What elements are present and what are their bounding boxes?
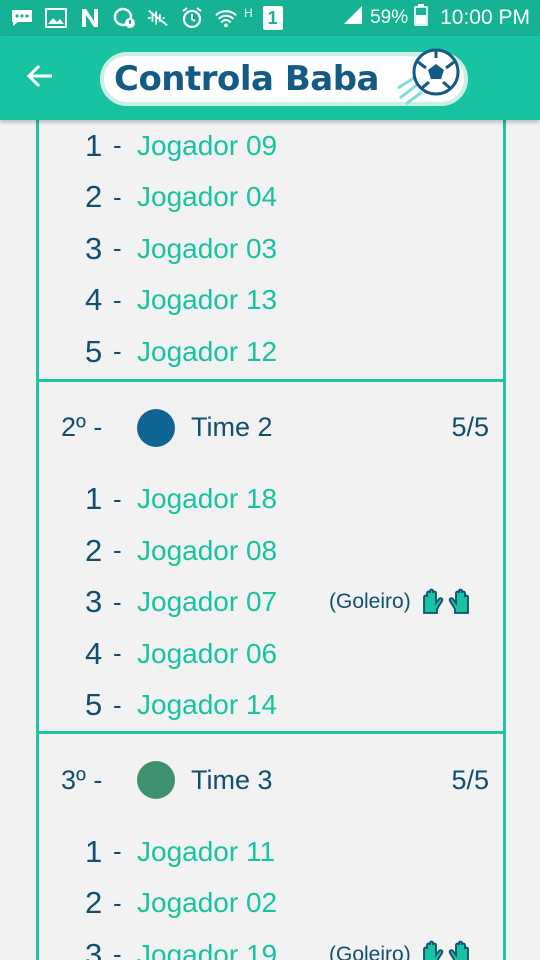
team-1-players: 1 - Jogador 09 2 - Jogador 04 3 - Jogado… (39, 120, 503, 378)
chat-icon (10, 7, 34, 29)
player-number: 3 (85, 584, 103, 620)
player-number: 4 (85, 282, 103, 318)
team-name: Time 3 (191, 764, 273, 795)
separator: - (113, 836, 122, 867)
player-number: 2 (85, 885, 103, 921)
player-number: 1 (85, 833, 103, 869)
app-bar: Controla Baba (0, 36, 540, 120)
player-name: Jogador 04 (137, 181, 278, 213)
player-row[interactable]: 2 - Jogador 04 (39, 172, 503, 224)
player-name: Jogador 09 (137, 129, 278, 161)
teams-list[interactable]: 1 - Jogador 09 2 - Jogador 04 3 - Jogado… (36, 120, 506, 960)
team-rank: 3º - (61, 764, 103, 795)
separator: - (113, 233, 122, 264)
status-bar: H 1 59% 10:00 PM (0, 0, 540, 36)
goalkeeper-label: (Goleiro) (329, 942, 411, 960)
app-title: Controla Baba (114, 59, 379, 99)
player-row[interactable]: 2 - Jogador 08 (39, 525, 503, 577)
mute-icon (146, 7, 170, 29)
player-name: Jogador 07 (137, 586, 278, 618)
player-name: Jogador 12 (137, 335, 278, 367)
team-header[interactable]: 2º - Time 2 5/5 (39, 382, 503, 474)
player-number: 3 (85, 936, 103, 960)
sim-icon: 1 (262, 6, 283, 30)
team-header[interactable]: 3º - Time 3 5/5 (39, 734, 503, 826)
separator: - (113, 130, 122, 161)
player-name: Jogador 14 (137, 689, 278, 721)
player-row[interactable]: 3 - Jogador 07 (Goleiro) (39, 577, 503, 629)
whatsapp-icon (112, 7, 136, 29)
player-name: Jogador 06 (137, 637, 278, 669)
player-number: 4 (85, 635, 103, 671)
separator: - (113, 483, 122, 514)
player-row[interactable]: 3 - Jogador 19 (Goleiro) (39, 929, 503, 960)
goalkeeper-gloves-icon (421, 587, 471, 617)
player-number: 5 (85, 333, 103, 369)
battery-icon (414, 4, 428, 32)
player-name: Jogador 19 (137, 938, 278, 960)
player-name: Jogador 11 (137, 835, 276, 867)
team-3-players: 1 - Jogador 11 2 - Jogador 02 3 - Jogado… (39, 826, 503, 960)
player-number: 1 (85, 481, 103, 517)
player-name: Jogador 13 (137, 284, 278, 316)
wifi-icon (214, 7, 238, 29)
separator: - (113, 284, 122, 315)
team-color-dot (137, 408, 175, 447)
team-name: Time 2 (191, 412, 273, 442)
player-row[interactable]: 2 - Jogador 02 (39, 878, 503, 930)
team-2-players: 1 - Jogador 18 2 - Jogador 08 3 - Jogado… (39, 474, 503, 732)
image-icon (44, 7, 68, 29)
separator: - (113, 181, 122, 212)
player-number: 3 (85, 230, 103, 266)
player-row[interactable]: 5 - Jogador 14 (39, 680, 503, 732)
goalkeeper-label: (Goleiro) (329, 590, 411, 614)
player-number: 1 (85, 127, 103, 163)
battery-percent: 59% (370, 7, 409, 28)
separator: - (113, 336, 122, 367)
back-button[interactable] (22, 60, 58, 96)
player-row[interactable]: 5 - Jogador 12 (39, 326, 503, 378)
team-color-dot (137, 761, 175, 799)
separator: - (113, 535, 122, 566)
separator: - (113, 586, 122, 617)
player-name: Jogador 03 (137, 232, 278, 264)
separator: - (113, 638, 122, 669)
player-name: Jogador 02 (137, 887, 278, 919)
player-name: Jogador 18 (137, 483, 278, 515)
player-row[interactable]: 3 - Jogador 03 (39, 223, 503, 275)
player-row[interactable]: 1 - Jogador 09 (39, 120, 503, 172)
goalkeeper-gloves-icon (421, 939, 471, 960)
player-number: 5 (85, 687, 103, 723)
player-row[interactable]: 1 - Jogador 11 (39, 826, 503, 878)
alarm-icon (180, 7, 204, 29)
player-row[interactable]: 4 - Jogador 13 (39, 275, 503, 327)
signal-icon (342, 4, 364, 32)
player-name: Jogador 08 (137, 534, 278, 566)
separator: - (113, 887, 122, 918)
team-rank: 2º - (61, 412, 103, 442)
separator: - (113, 939, 122, 960)
soccer-ball-icon (396, 44, 462, 110)
player-row[interactable]: 4 - Jogador 06 (39, 628, 503, 680)
network-type-label: H (244, 6, 253, 20)
app-logo: Controla Baba (100, 48, 468, 106)
n-app-icon (78, 7, 102, 29)
sim-number: 1 (267, 7, 278, 28)
player-number: 2 (85, 532, 103, 568)
arrow-left-icon (26, 62, 54, 95)
team-count: 5/5 (451, 412, 489, 442)
clock: 10:00 PM (440, 6, 530, 29)
separator: - (113, 689, 122, 720)
team-count: 5/5 (451, 764, 489, 795)
player-number: 2 (85, 179, 103, 215)
player-row[interactable]: 1 - Jogador 18 (39, 474, 503, 526)
